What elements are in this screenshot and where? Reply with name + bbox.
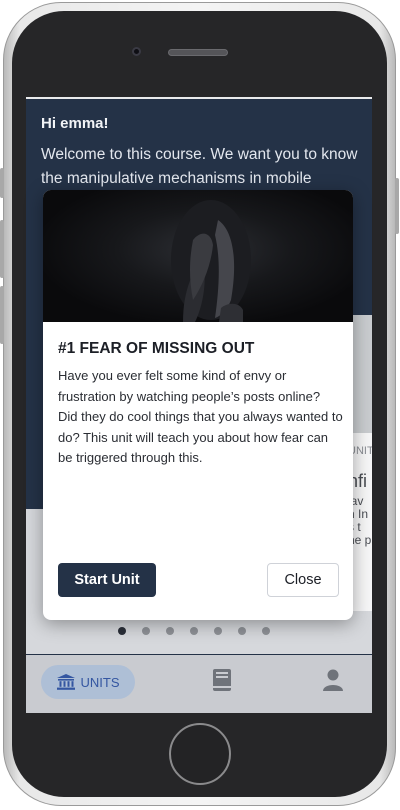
modal-description: Have you ever felt some kind of envy or … <box>58 368 343 465</box>
camera <box>132 47 141 56</box>
book-icon[interactable] <box>213 669 231 691</box>
pagination-dot[interactable] <box>214 627 222 635</box>
side-button-volume-up <box>0 220 4 278</box>
status-divider <box>26 97 372 99</box>
side-button-power <box>395 178 399 234</box>
tab-units-label: UNITS <box>80 674 120 690</box>
background-unit-card[interactable]: UNIT nfi lav n In s t ne p <box>353 315 372 611</box>
pagination-dot[interactable] <box>262 627 270 635</box>
person-icon[interactable] <box>323 669 343 691</box>
welcome-text: Welcome to this course. We want you to k… <box>41 146 358 187</box>
card-label: UNIT <box>353 445 372 457</box>
pagination-dot[interactable] <box>166 627 174 635</box>
close-button[interactable]: Close <box>267 563 339 597</box>
pagination-dot[interactable] <box>238 627 246 635</box>
side-button-mute <box>0 168 4 198</box>
home-button[interactable] <box>169 723 231 785</box>
pagination-dot[interactable] <box>142 627 150 635</box>
tab-units[interactable]: UNITS <box>41 665 135 699</box>
card-title: nfi <box>353 471 368 491</box>
speaker <box>168 49 228 56</box>
pagination-dot[interactable] <box>190 627 198 635</box>
side-button-volume-down <box>0 286 4 344</box>
pagination-dots <box>118 627 270 635</box>
pagination-dot[interactable] <box>118 627 126 635</box>
modal-title: #1 FEAR OF MISSING OUT <box>58 340 255 357</box>
person-covering-face-illustration <box>171 200 251 322</box>
person-covering-face-image <box>43 190 353 322</box>
bank-icon <box>56 674 75 690</box>
start-unit-button[interactable]: Start Unit <box>58 563 156 597</box>
bottom-tab-bar: UNITS <box>26 655 372 713</box>
card-image <box>353 315 372 433</box>
unit-modal: #1 FEAR OF MISSING OUT Have you ever fel… <box>43 190 353 620</box>
greeting-text: Hi emma! <box>41 115 109 132</box>
card-snippet: lav n In s t ne p <box>353 494 372 547</box>
